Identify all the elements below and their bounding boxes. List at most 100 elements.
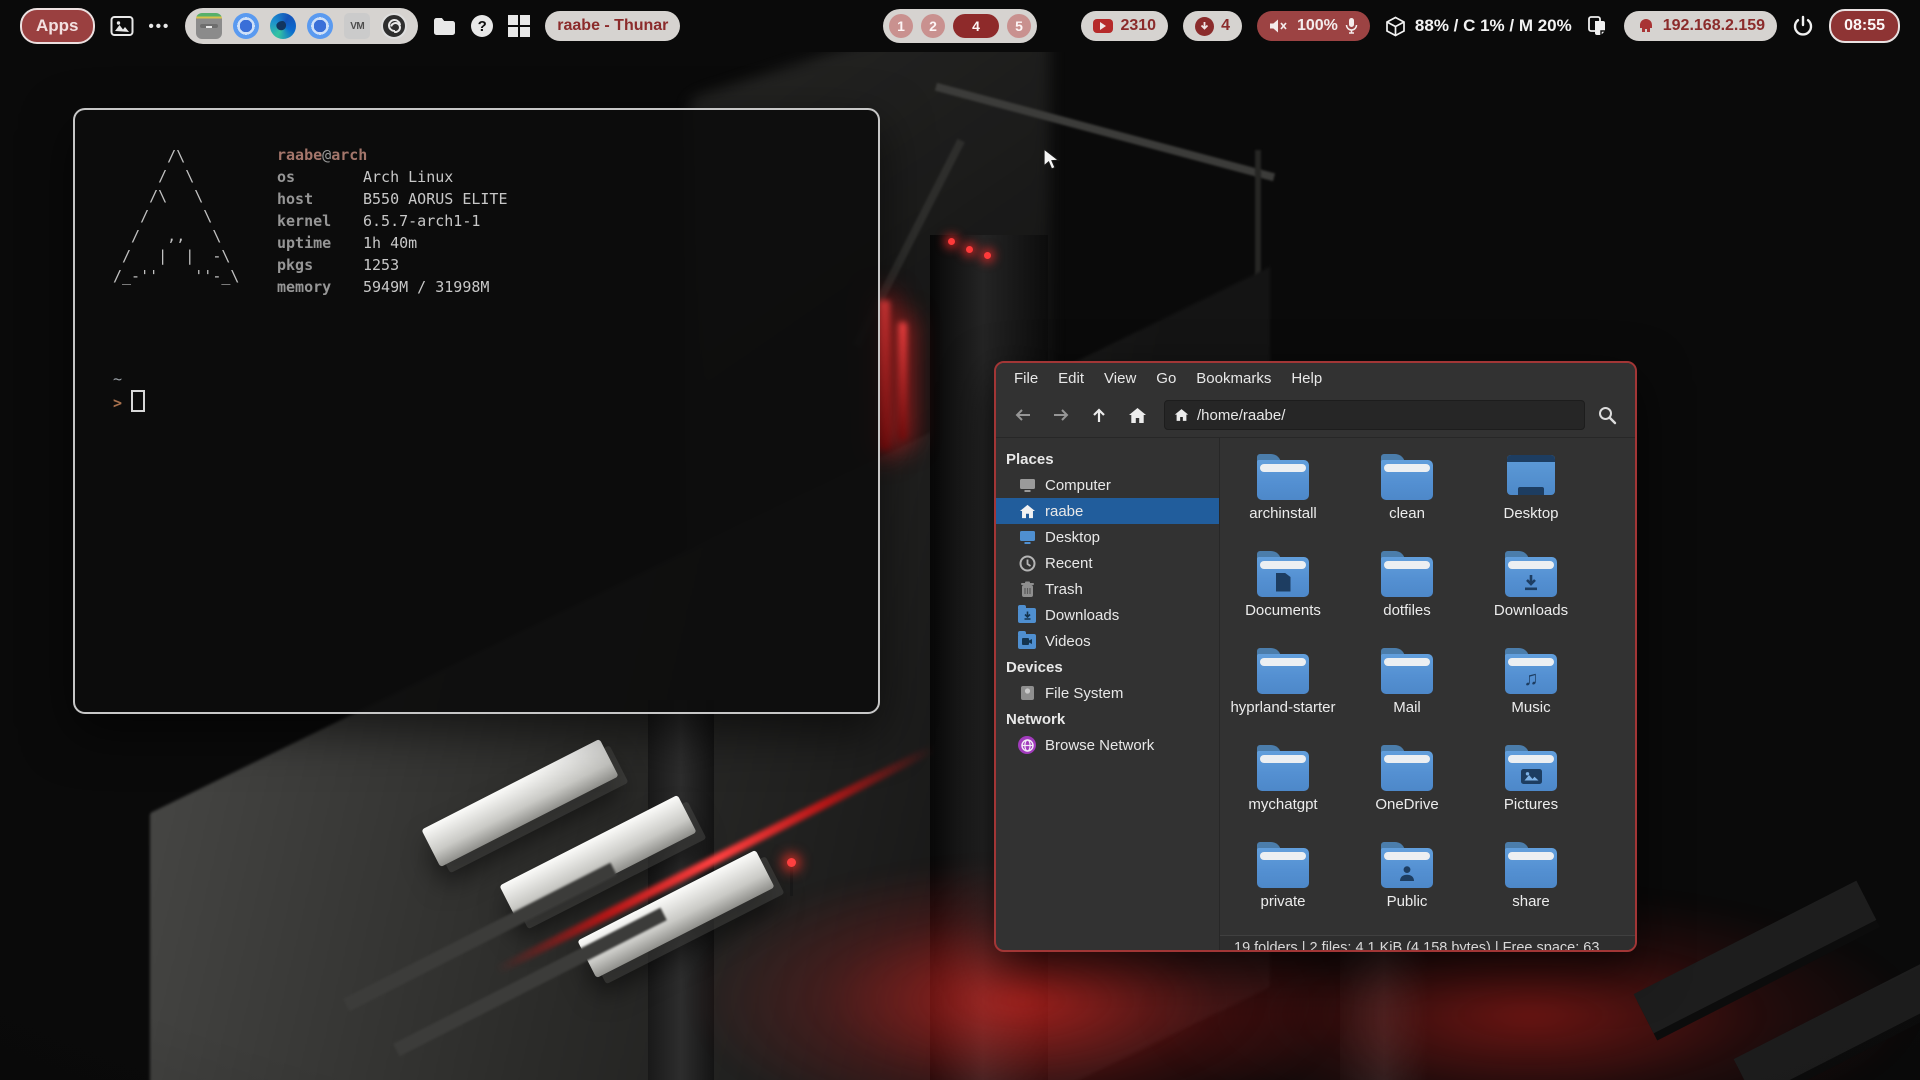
desktop: Apps ••• VM ? raabe - Thunar: [0, 0, 1920, 1080]
file-label: mychatgpt: [1248, 796, 1317, 813]
sidebar-item-browse-network[interactable]: Browse Network: [996, 732, 1219, 758]
workspace-5[interactable]: 5: [1007, 14, 1031, 38]
sidebar-item-desktop[interactable]: Desktop: [996, 524, 1219, 550]
workspace-4-active[interactable]: 4: [953, 14, 999, 38]
vmware-icon[interactable]: VM: [344, 13, 370, 39]
path-bar[interactable]: /home/raabe/: [1164, 400, 1585, 430]
youtube-module[interactable]: 2310: [1081, 11, 1168, 41]
menu-view[interactable]: View: [1094, 366, 1146, 391]
sidebar-item-downloads[interactable]: Downloads: [996, 602, 1219, 628]
fastfetch-output: raabe@arch osArch Linux hostB550 AORUS E…: [277, 144, 508, 298]
sidebar-item-label: Browse Network: [1045, 737, 1154, 754]
network-module[interactable]: 192.168.2.159: [1624, 11, 1777, 41]
chromium-icon[interactable]: [307, 13, 333, 39]
thunar-statusbar: 19 folders | 2 files: 4.1 KiB (4,158 byt…: [1220, 935, 1635, 952]
windows-menu-button[interactable]: [508, 15, 530, 37]
folder-dotfiles[interactable]: dotfiles: [1345, 547, 1469, 644]
folder-music[interactable]: ♫ Music: [1469, 644, 1593, 741]
sidebar-item-computer[interactable]: Computer: [996, 472, 1219, 498]
obs-icon[interactable]: [381, 13, 407, 39]
active-window-title[interactable]: raabe - Thunar: [545, 11, 680, 41]
terminal-content: /\ / \ /\ \ / \ / ,, \ / | | -\ /_-'' ''…: [105, 136, 848, 686]
file-label: hyprland-starter: [1230, 699, 1335, 716]
network-globe-icon: [1018, 736, 1036, 754]
file-label: Pictures: [1504, 796, 1558, 813]
folder-private[interactable]: private: [1221, 838, 1345, 935]
sidebar-item-file-system[interactable]: File System: [996, 680, 1219, 706]
more-icon[interactable]: •••: [149, 18, 171, 35]
menu-bookmarks[interactable]: Bookmarks: [1186, 366, 1281, 391]
edge-icon[interactable]: [270, 13, 296, 39]
fetch-row-os: osArch Linux: [277, 166, 508, 188]
folder-onedrive[interactable]: OneDrive: [1345, 741, 1469, 838]
apps-button[interactable]: Apps: [20, 8, 95, 44]
file-label: OneDrive: [1375, 796, 1438, 813]
sidebar-item-label: File System: [1045, 685, 1123, 702]
menu-file[interactable]: File: [1004, 366, 1048, 391]
up-button[interactable]: [1082, 400, 1116, 430]
folder-mail[interactable]: Mail: [1345, 644, 1469, 741]
sidebar-item-videos[interactable]: Videos: [996, 628, 1219, 654]
power-icon: [1792, 15, 1814, 37]
search-button[interactable]: [1589, 400, 1625, 430]
fetch-at: @: [322, 144, 331, 166]
sidebar-item-recent[interactable]: Recent: [996, 550, 1219, 576]
system-stats-module[interactable]: 88% / C 1% / M 20%: [1385, 16, 1572, 37]
folder-hyprland-starter[interactable]: hyprland-starter: [1221, 644, 1345, 741]
folder-mychatgpt[interactable]: mychatgpt: [1221, 741, 1345, 838]
help-button[interactable]: ?: [471, 15, 493, 37]
fetch-row-host: hostB550 AORUS ELITE: [277, 188, 508, 210]
folder-archinstall[interactable]: archinstall: [1221, 450, 1345, 547]
folder-downloads[interactable]: Downloads: [1469, 547, 1593, 644]
workspace-1[interactable]: 1: [889, 14, 913, 38]
folder-pictures[interactable]: Pictures: [1469, 741, 1593, 838]
sidebar-item-label: raabe: [1045, 503, 1083, 520]
thunar-window[interactable]: File Edit View Go Bookmarks Help /home/r…: [994, 361, 1637, 952]
network-ip: 192.168.2.159: [1663, 17, 1765, 35]
files-button[interactable]: [433, 17, 456, 36]
sidebar-item-trash[interactable]: Trash: [996, 576, 1219, 602]
file-label: private: [1260, 893, 1305, 910]
power-button[interactable]: [1792, 15, 1814, 37]
arrow-right-icon: [1052, 407, 1070, 423]
folder-icon: [1256, 745, 1310, 791]
videos-folder-icon: [1018, 632, 1036, 650]
screenshot-button[interactable]: [110, 15, 134, 37]
folder-documents[interactable]: Documents: [1221, 547, 1345, 644]
music-note-glyph: ♫: [1524, 669, 1539, 689]
sidebar: Places Computer raabe Desktop Recent: [996, 438, 1220, 950]
home-button[interactable]: [1120, 400, 1154, 430]
package-icon: [1385, 16, 1406, 37]
folder-desktop[interactable]: Desktop: [1469, 450, 1593, 547]
sidebar-item-raabe-selected[interactable]: raabe: [996, 498, 1219, 524]
updates-count: 4: [1221, 17, 1230, 35]
apps-button-label: Apps: [36, 16, 79, 36]
forward-button[interactable]: [1044, 400, 1078, 430]
menu-edit[interactable]: Edit: [1048, 366, 1094, 391]
file-label: Mail: [1393, 699, 1421, 716]
updates-module[interactable]: 4: [1183, 11, 1242, 41]
folder-share[interactable]: share: [1469, 838, 1593, 935]
sidebar-item-label: Desktop: [1045, 529, 1100, 546]
back-button[interactable]: [1006, 400, 1040, 430]
clock-text: 08:55: [1844, 17, 1885, 35]
file-label: Desktop: [1503, 505, 1558, 522]
folder-icon: [1256, 454, 1310, 500]
volume-module[interactable]: 100%: [1257, 11, 1370, 41]
fetch-row-memory: memory5949M / 31998M: [277, 276, 508, 298]
file-cabinet-icon[interactable]: [196, 13, 222, 39]
search-icon: [1597, 405, 1617, 425]
menu-help[interactable]: Help: [1281, 366, 1332, 391]
clock-module[interactable]: 08:55: [1829, 9, 1900, 43]
clipboard-button[interactable]: [1587, 15, 1609, 37]
folder-clean[interactable]: clean: [1345, 450, 1469, 547]
clipboard-icon: [1587, 15, 1609, 37]
terminal-window[interactable]: /\ / \ /\ \ / \ / ,, \ / | | -\ /_-'' ''…: [73, 108, 880, 714]
folder-icon: [1256, 648, 1310, 694]
folder-icon: [433, 17, 456, 36]
workspace-2[interactable]: 2: [921, 14, 945, 38]
folder-public[interactable]: Public: [1345, 838, 1469, 935]
browser-blue-icon[interactable]: [233, 13, 259, 39]
menu-go[interactable]: Go: [1146, 366, 1186, 391]
shell-prompt[interactable]: ~ >: [113, 368, 145, 414]
